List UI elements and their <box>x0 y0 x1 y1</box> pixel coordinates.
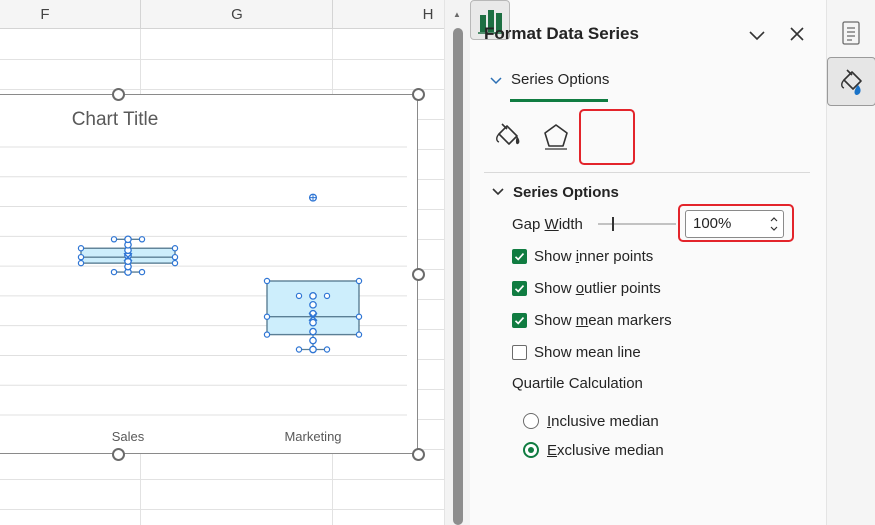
inner-point[interactable] <box>309 318 317 327</box>
chart-plot-area[interactable]: Chart Title Sales Marketing <box>0 95 419 455</box>
section-label: Series Options <box>513 184 619 201</box>
chart-resize-handle[interactable] <box>411 267 425 281</box>
quartile-calculation-label: Quartile Calculation <box>512 375 643 392</box>
option-show-mean-line[interactable]: Show mean line <box>512 342 641 362</box>
label-show-inner-points: Show inner points <box>534 247 654 265</box>
selection-marker[interactable] <box>110 236 118 243</box>
selection-marker[interactable] <box>355 313 363 320</box>
chart-title[interactable]: Chart Title <box>72 109 159 130</box>
selection-marker[interactable] <box>263 331 271 338</box>
gap-width-value: 100% <box>693 215 732 232</box>
inner-point[interactable] <box>309 336 317 345</box>
grid-row-line <box>0 479 444 480</box>
worksheet[interactable]: F G H Chart Title Sales Marketing <box>0 0 444 525</box>
column-separator[interactable] <box>140 0 141 29</box>
chevron-down-icon[interactable] <box>746 24 768 46</box>
chevron-down-icon <box>490 77 502 85</box>
selection-marker[interactable] <box>171 245 179 252</box>
selection-marker[interactable] <box>263 313 271 320</box>
gap-width-label: Gap Width <box>512 216 583 233</box>
checkbox-show-mean-markers[interactable] <box>512 312 527 328</box>
highlight-box-series-options <box>579 109 635 165</box>
label-inclusive-median: Inclusive median <box>547 412 659 430</box>
selection-marker[interactable] <box>355 331 363 338</box>
label-show-outlier-points: Show outlier points <box>534 279 661 297</box>
chevron-down-icon <box>492 188 504 196</box>
paint-bucket-icon[interactable] <box>490 118 526 154</box>
chart-resize-handle[interactable] <box>111 87 125 101</box>
format-brush-icon <box>841 69 862 95</box>
radio-exclusive-median[interactable] <box>523 442 539 458</box>
selection-marker[interactable] <box>171 253 179 261</box>
format-data-series-pane: Format Data Series Series Options Series… <box>470 0 826 525</box>
option-exclusive-median[interactable]: Exclusive median <box>523 440 664 460</box>
box-whisker-chart[interactable]: Chart Title Sales Marketing <box>0 94 418 454</box>
column-header-bar: F G H <box>0 0 444 29</box>
gap-width-slider[interactable] <box>598 216 676 232</box>
grid-row-line <box>0 509 444 510</box>
inner-point[interactable] <box>309 345 317 354</box>
column-header-g[interactable]: G <box>222 0 252 29</box>
option-show-outlier-points[interactable]: Show outlier points <box>512 278 661 298</box>
label-show-mean-markers: Show mean markers <box>534 311 672 329</box>
selection-marker[interactable] <box>77 245 85 252</box>
chart-resize-handle[interactable] <box>111 447 125 461</box>
option-show-mean-markers[interactable]: Show mean markers <box>512 310 672 330</box>
properties-icon[interactable] <box>840 20 862 46</box>
selection-marker[interactable] <box>138 236 146 243</box>
inner-point[interactable] <box>309 327 317 336</box>
gap-width-slider-thumb[interactable] <box>612 217 614 231</box>
radio-inclusive-median[interactable] <box>523 413 539 429</box>
tab-label: Series Options <box>511 71 610 88</box>
close-icon[interactable] <box>787 24 807 44</box>
inner-point[interactable] <box>309 292 317 300</box>
column-header-h[interactable]: H <box>413 0 443 29</box>
gap-width-input[interactable]: 100% <box>685 210 784 238</box>
scrollbar-thumb[interactable] <box>453 28 463 525</box>
pane-divider <box>484 172 810 173</box>
pentagon-icon[interactable] <box>538 118 574 154</box>
selection-marker[interactable] <box>171 259 179 267</box>
spinner-icon[interactable] <box>769 213 779 235</box>
selection-marker[interactable] <box>323 346 331 353</box>
selection-marker[interactable] <box>138 268 146 276</box>
selection-marker[interactable] <box>323 292 331 300</box>
grid-row-line <box>0 59 444 60</box>
grid-row-line <box>0 89 444 90</box>
pane-title: Format Data Series <box>484 24 639 43</box>
column-separator[interactable] <box>332 0 333 29</box>
inner-point[interactable] <box>309 300 317 309</box>
tab-active-indicator <box>510 99 608 102</box>
selection-marker[interactable] <box>77 259 85 267</box>
selection-marker[interactable] <box>355 277 363 285</box>
checkbox-show-mean-line[interactable] <box>512 344 527 360</box>
format-pane-toggle[interactable] <box>827 57 875 106</box>
chart-resize-handle[interactable] <box>411 87 425 101</box>
label-exclusive-median: Exclusive median <box>547 441 664 459</box>
selection-marker[interactable] <box>295 292 303 300</box>
checkbox-show-inner-points[interactable] <box>512 248 527 264</box>
category-label-marketing[interactable]: Marketing <box>284 429 341 444</box>
column-header-f[interactable]: F <box>30 0 60 29</box>
chart-resize-handle[interactable] <box>411 447 425 461</box>
checkbox-show-outlier-points[interactable] <box>512 280 527 296</box>
pane-switcher-rail <box>826 0 875 525</box>
selection-marker[interactable] <box>77 253 85 261</box>
category-label-sales[interactable]: Sales <box>112 429 145 444</box>
selection-marker[interactable] <box>263 277 271 285</box>
vertical-scrollbar[interactable]: ▲ <box>444 0 470 525</box>
inner-point[interactable] <box>124 235 132 244</box>
check-icon <box>514 316 525 325</box>
label-show-mean-line: Show mean line <box>534 343 641 361</box>
selection-marker[interactable] <box>295 346 303 353</box>
option-show-inner-points[interactable]: Show inner points <box>512 246 653 266</box>
option-inclusive-median[interactable]: Inclusive median <box>523 411 659 431</box>
check-icon <box>514 252 525 261</box>
scroll-up-icon[interactable]: ▲ <box>453 10 461 19</box>
check-icon <box>514 284 525 293</box>
selection-marker[interactable] <box>110 268 118 276</box>
